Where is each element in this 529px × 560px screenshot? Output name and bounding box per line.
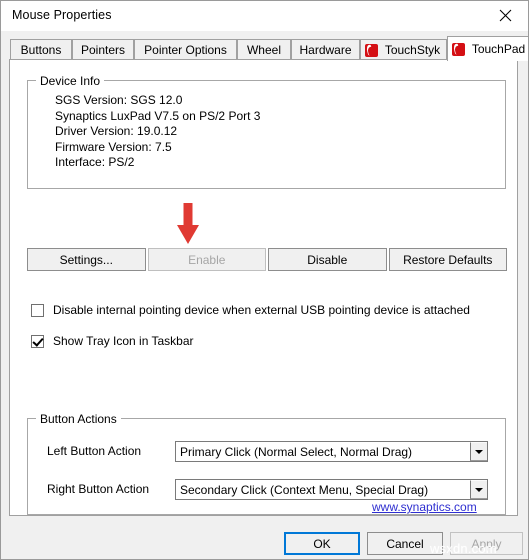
tab-label: Buttons xyxy=(20,43,62,57)
button-label: Restore Defaults xyxy=(403,252,493,267)
checkbox-label: Disable internal pointing device when ex… xyxy=(53,303,470,317)
tab-pointer-options[interactable]: Pointer Options xyxy=(134,39,237,60)
right-button-action-row: Right Button Action Secondary Click (Con… xyxy=(28,479,505,500)
tab-label: Hardware xyxy=(299,43,352,57)
window-title: Mouse Properties xyxy=(12,8,112,22)
device-info-line: Firmware Version: 7.5 xyxy=(55,139,172,154)
button-label: Settings... xyxy=(59,252,113,267)
tab-label: Wheel xyxy=(246,43,281,57)
device-info-line: Driver Version: 19.0.12 xyxy=(55,124,178,138)
device-button-row: Settings... Enable Disable Restore Defau… xyxy=(27,248,507,271)
close-icon[interactable] xyxy=(483,1,528,30)
tab-touchpad[interactable]: TouchPad xyxy=(447,36,528,61)
button-label: Enable xyxy=(188,252,226,267)
tab-label: TouchPad xyxy=(471,42,526,56)
cancel-button[interactable]: Cancel xyxy=(367,532,443,555)
red-arrow-annotation-icon xyxy=(177,203,199,244)
button-actions-legend: Button Actions xyxy=(36,412,121,426)
left-button-action-row: Left Button Action Primary Click (Normal… xyxy=(28,441,505,462)
tab-label: TouchStyk xyxy=(384,43,441,57)
device-info-group: Device Info SGS Version: SGS 12.0 Synapt… xyxy=(27,74,506,189)
chevron-down-icon[interactable] xyxy=(470,480,487,499)
right-button-action-select[interactable]: Secondary Click (Context Menu, Special D… xyxy=(175,479,488,500)
tab-label: Pointers xyxy=(80,43,126,57)
tab-hardware[interactable]: Hardware xyxy=(291,39,360,60)
left-button-action-select[interactable]: Primary Click (Normal Select, Normal Dra… xyxy=(175,441,488,462)
tab-pointers[interactable]: Pointers xyxy=(72,39,134,60)
synaptics-logo-icon xyxy=(364,43,378,57)
apply-button[interactable]: Apply xyxy=(450,532,523,555)
checkbox-box[interactable] xyxy=(31,303,44,317)
checkbox-label: Show Tray Icon in Taskbar xyxy=(53,334,194,348)
tab-label: Pointer Options xyxy=(144,43,227,57)
ok-button[interactable]: OK xyxy=(284,532,360,555)
button-label: Apply xyxy=(471,536,502,551)
checkbox-box[interactable] xyxy=(31,334,44,348)
tab-wheel[interactable]: Wheel xyxy=(237,39,291,60)
device-info-line: Interface: PS/2 xyxy=(55,155,135,169)
device-info-legend: Device Info xyxy=(36,74,105,88)
settings-button[interactable]: Settings... xyxy=(27,248,146,271)
device-info-line: SGS Version: SGS 12.0 xyxy=(55,93,183,107)
chevron-down-icon[interactable] xyxy=(470,442,487,461)
enable-button[interactable]: Enable xyxy=(147,248,266,271)
restore-defaults-button[interactable]: Restore Defaults xyxy=(388,248,507,271)
left-button-action-value: Primary Click (Normal Select, Normal Dra… xyxy=(180,444,413,459)
checkbox-disable-internal-pointing-device[interactable]: Disable internal pointing device when ex… xyxy=(31,303,470,317)
button-label: Disable xyxy=(307,252,348,267)
right-button-action-value: Secondary Click (Context Menu, Special D… xyxy=(180,482,429,497)
tab-strip: Buttons Pointers Pointer Options Wheel H… xyxy=(1,31,528,61)
button-label: Cancel xyxy=(386,536,424,551)
mouse-properties-window: Mouse Properties Buttons Pointers Pointe… xyxy=(0,0,529,560)
disable-button[interactable]: Disable xyxy=(268,248,387,271)
left-button-action-label: Left Button Action xyxy=(47,444,142,458)
tab-buttons[interactable]: Buttons xyxy=(10,39,72,60)
device-info-line: Synaptics LuxPad V7.5 on PS/2 Port 3 xyxy=(55,108,261,123)
synaptics-website-link[interactable]: www.synaptics.com xyxy=(372,500,477,514)
right-button-action-label: Right Button Action xyxy=(47,482,150,496)
checkbox-show-tray-icon[interactable]: Show Tray Icon in Taskbar xyxy=(31,334,194,348)
button-label: OK xyxy=(313,536,331,551)
title-bar: Mouse Properties xyxy=(1,1,528,31)
touchpad-tab-panel: Device Info SGS Version: SGS 12.0 Synapt… xyxy=(9,59,518,516)
device-info-text: SGS Version: SGS 12.0 Synaptics LuxPad V… xyxy=(55,93,260,171)
tab-touchstyk[interactable]: TouchStyk xyxy=(360,39,447,60)
synaptics-logo-icon xyxy=(451,42,465,56)
